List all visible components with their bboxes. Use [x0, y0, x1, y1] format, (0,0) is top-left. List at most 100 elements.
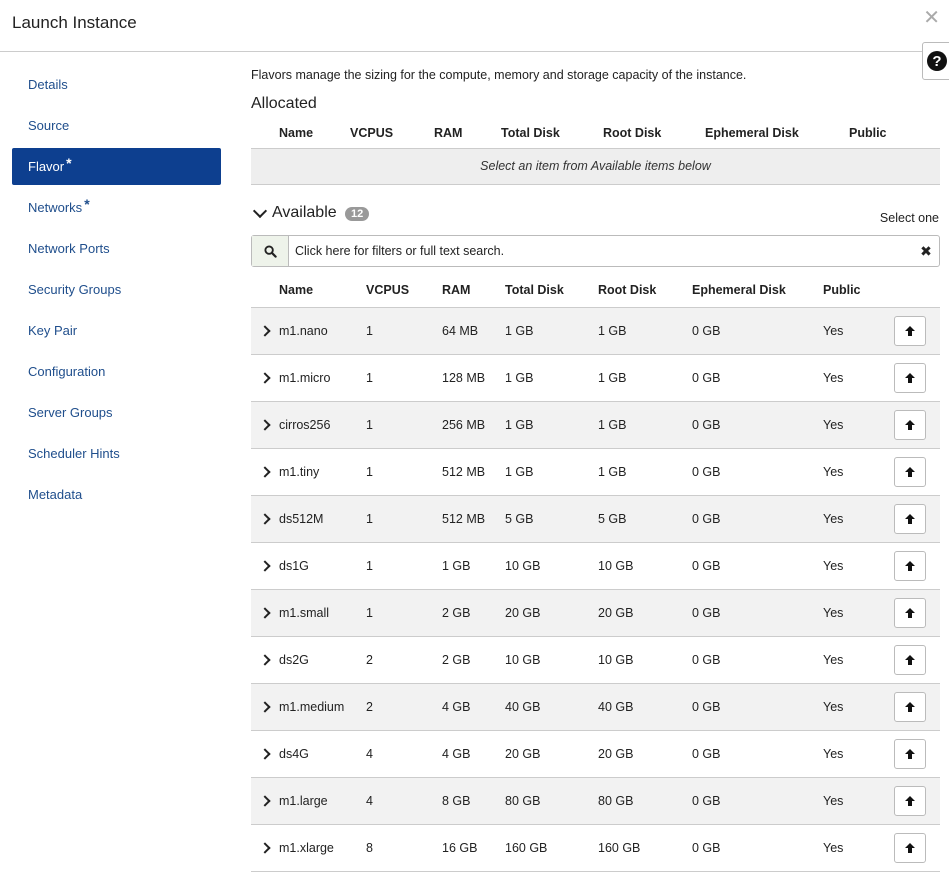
column-header[interactable]: Name	[279, 273, 366, 307]
available-header: Available 12 Select one	[251, 203, 940, 226]
chevron-right-icon[interactable]	[259, 747, 271, 760]
action-cell	[894, 635, 940, 683]
close-icon[interactable]: ✕	[923, 8, 940, 28]
column-header[interactable]: Name	[279, 118, 350, 148]
allocate-button[interactable]	[894, 362, 926, 393]
nav-item-server-groups[interactable]: Server Groups	[12, 394, 221, 431]
table-cell: m1.tiny	[279, 447, 366, 495]
table-cell: m1.nano	[279, 306, 366, 354]
nav-item-source[interactable]: Source	[12, 107, 221, 144]
chevron-right-icon[interactable]	[259, 371, 271, 384]
allocate-button[interactable]	[894, 315, 926, 346]
nav-item-network-ports[interactable]: Network Ports	[12, 230, 221, 267]
table-cell: 1	[366, 353, 442, 401]
action-cell	[894, 447, 940, 495]
chevron-right-icon[interactable]	[259, 841, 271, 854]
table-cell: 20 GB	[505, 729, 598, 777]
column-header[interactable]: Total Disk	[505, 273, 598, 307]
chevron-right-icon[interactable]	[259, 700, 271, 713]
nav-item-flavor[interactable]: Flavor *	[12, 148, 221, 185]
table-cell: 10 GB	[505, 635, 598, 683]
wizard-nav: Details Source Flavor * Networks * Network Por…	[12, 66, 221, 517]
table-row: ds512M 1 512 MB 5 GB 5 GB 0 GB Yes	[251, 494, 940, 542]
chevron-down-icon[interactable]	[252, 203, 268, 219]
allocate-button[interactable]	[894, 738, 926, 769]
chevron-right-icon[interactable]	[259, 512, 271, 525]
table-row: ds2G 2 2 GB 10 GB 10 GB 0 GB Yes	[251, 635, 940, 683]
column-header[interactable]: VCPUS	[366, 273, 442, 307]
column-header[interactable]: RAM	[434, 118, 501, 148]
search-input[interactable]	[289, 237, 913, 265]
table-cell: 10 GB	[505, 541, 598, 589]
table-cell: 0 GB	[692, 306, 823, 354]
allocate-button[interactable]	[894, 456, 926, 487]
chevron-right-icon[interactable]	[259, 465, 271, 478]
table-cell: 1 GB	[442, 541, 505, 589]
chevron-right-icon[interactable]	[259, 324, 271, 337]
chevron-right-icon[interactable]	[259, 418, 271, 431]
arrow-up-icon	[905, 372, 915, 383]
allocate-button[interactable]	[894, 785, 926, 816]
action-cell	[894, 494, 940, 542]
expand-row-cell	[251, 400, 279, 448]
expand-row-cell	[251, 353, 279, 401]
table-cell: 10 GB	[598, 541, 692, 589]
required-asterisk: *	[84, 195, 90, 212]
nav-item-scheduler-hints[interactable]: Scheduler Hints	[12, 435, 221, 472]
table-cell: Yes	[823, 823, 894, 872]
expand-row-cell	[251, 447, 279, 495]
search-bar: ✖	[251, 235, 940, 267]
allocate-button[interactable]	[894, 644, 926, 675]
column-header[interactable]: Public	[849, 118, 940, 148]
column-header[interactable]: Total Disk	[501, 118, 603, 148]
available-table: Name VCPUS RAM Total Disk Root Disk Ephemeral…	[251, 273, 940, 872]
table-cell: m1.small	[279, 588, 366, 636]
action-cell	[894, 823, 940, 872]
nav-item-details[interactable]: Details	[12, 66, 221, 103]
column-header[interactable]: VCPUS	[350, 118, 434, 148]
allocate-button[interactable]	[894, 597, 926, 628]
nav-item-metadata[interactable]: Metadata	[12, 476, 221, 513]
column-header[interactable]: Root Disk	[603, 118, 705, 148]
column-header[interactable]: Ephemeral Disk	[692, 273, 823, 307]
column-header[interactable]: Public	[823, 273, 894, 307]
allocate-button[interactable]	[894, 503, 926, 534]
table-cell: 1	[366, 400, 442, 448]
search-icon[interactable]	[252, 236, 289, 266]
nav-item-label: Security Groups	[28, 282, 122, 297]
table-cell: 0 GB	[692, 541, 823, 589]
allocate-button[interactable]	[894, 832, 926, 863]
table-cell: 2	[366, 635, 442, 683]
clear-search-icon[interactable]: ✖	[913, 243, 939, 260]
expand-row-cell	[251, 635, 279, 683]
table-cell: 0 GB	[692, 682, 823, 730]
column-header[interactable]: RAM	[442, 273, 505, 307]
allocate-button[interactable]	[894, 409, 926, 440]
available-title[interactable]: Available	[272, 204, 337, 222]
allocate-button[interactable]	[894, 550, 926, 581]
table-cell: 0 GB	[692, 776, 823, 824]
nav-item-security-groups[interactable]: Security Groups	[12, 271, 221, 308]
expand-row-cell	[251, 776, 279, 824]
nav-item-key-pair[interactable]: Key Pair	[12, 312, 221, 349]
nav-item-configuration[interactable]: Configuration	[12, 353, 221, 390]
chevron-right-icon[interactable]	[259, 606, 271, 619]
chevron-right-icon[interactable]	[259, 653, 271, 666]
arrow-up-icon	[905, 513, 915, 524]
table-cell: 1 GB	[598, 353, 692, 401]
column-header[interactable]: Root Disk	[598, 273, 692, 307]
table-cell: 1 GB	[598, 447, 692, 495]
allocate-button[interactable]	[894, 691, 926, 722]
chevron-right-icon[interactable]	[259, 794, 271, 807]
table-cell: Yes	[823, 306, 894, 354]
table-cell: Yes	[823, 588, 894, 636]
chevron-right-icon[interactable]	[259, 559, 271, 572]
table-cell: 80 GB	[505, 776, 598, 824]
nav-item-networks[interactable]: Networks *	[12, 189, 221, 226]
table-cell: 16 GB	[442, 823, 505, 872]
column-header[interactable]: Ephemeral Disk	[705, 118, 849, 148]
intro-text: Flavors manage the sizing for the comput…	[251, 68, 747, 82]
action-cell	[894, 588, 940, 636]
table-row: ds1G 1 1 GB 10 GB 10 GB 0 GB Yes	[251, 541, 940, 589]
table-cell: m1.medium	[279, 682, 366, 730]
